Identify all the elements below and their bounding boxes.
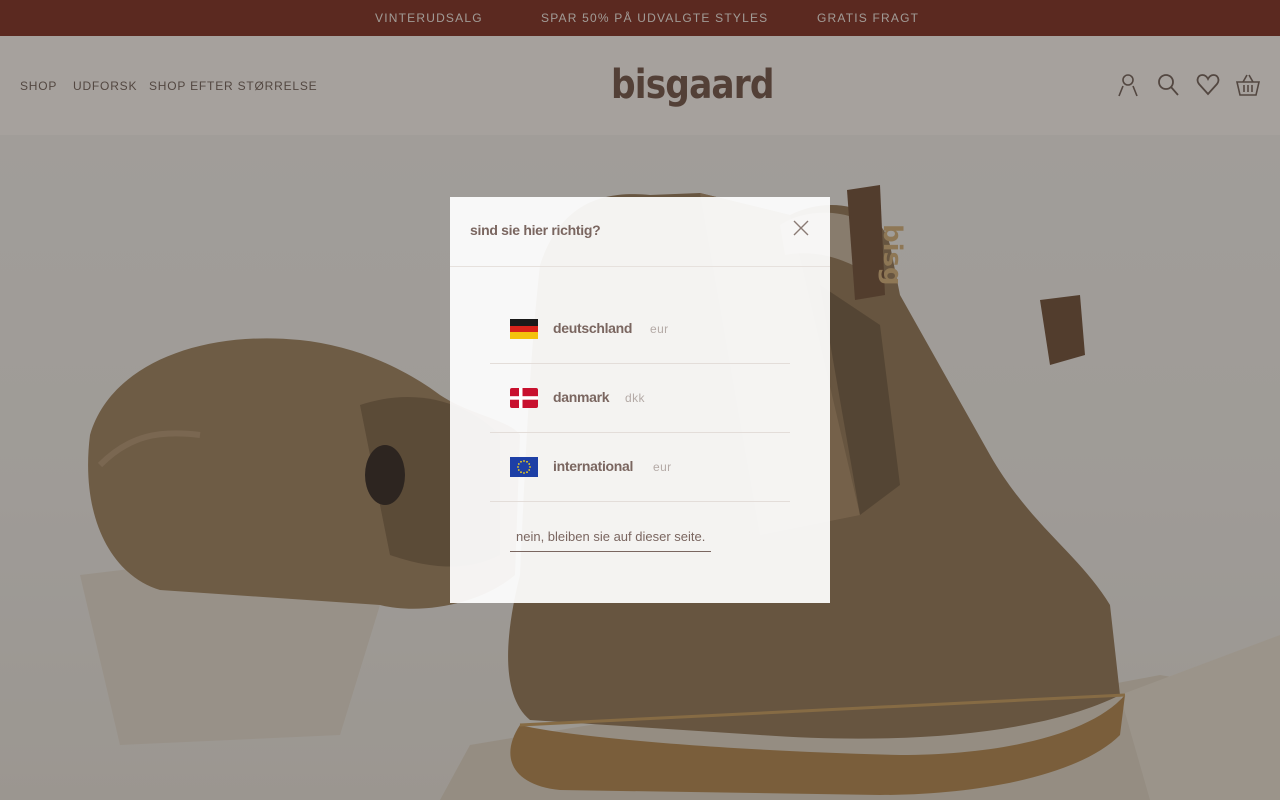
germany-flag-icon — [510, 319, 538, 339]
country-option-danmark[interactable]: danmark dkk — [490, 364, 790, 433]
denmark-flag-icon — [510, 388, 538, 408]
currency-label: eur — [650, 322, 669, 336]
currency-label: dkk — [625, 391, 645, 405]
country-name: international — [553, 458, 634, 474]
modal-title: sind sie hier richtig? — [470, 222, 601, 238]
country-name: danmark — [553, 389, 610, 405]
country-option-deutschland[interactable]: deutschland eur — [490, 295, 790, 364]
close-icon[interactable] — [791, 218, 811, 238]
modal-header: sind sie hier richtig? — [450, 197, 830, 267]
stay-on-page-link[interactable]: nein, bleiben sie auf dieser seite. — [510, 530, 712, 552]
eu-flag-icon — [510, 457, 538, 477]
currency-label: eur — [653, 460, 672, 474]
country-name: deutschland — [553, 320, 633, 336]
country-option-international[interactable]: international eur — [490, 433, 790, 502]
country-selector-modal: sind sie hier richtig? deutschland eur d… — [450, 197, 830, 603]
